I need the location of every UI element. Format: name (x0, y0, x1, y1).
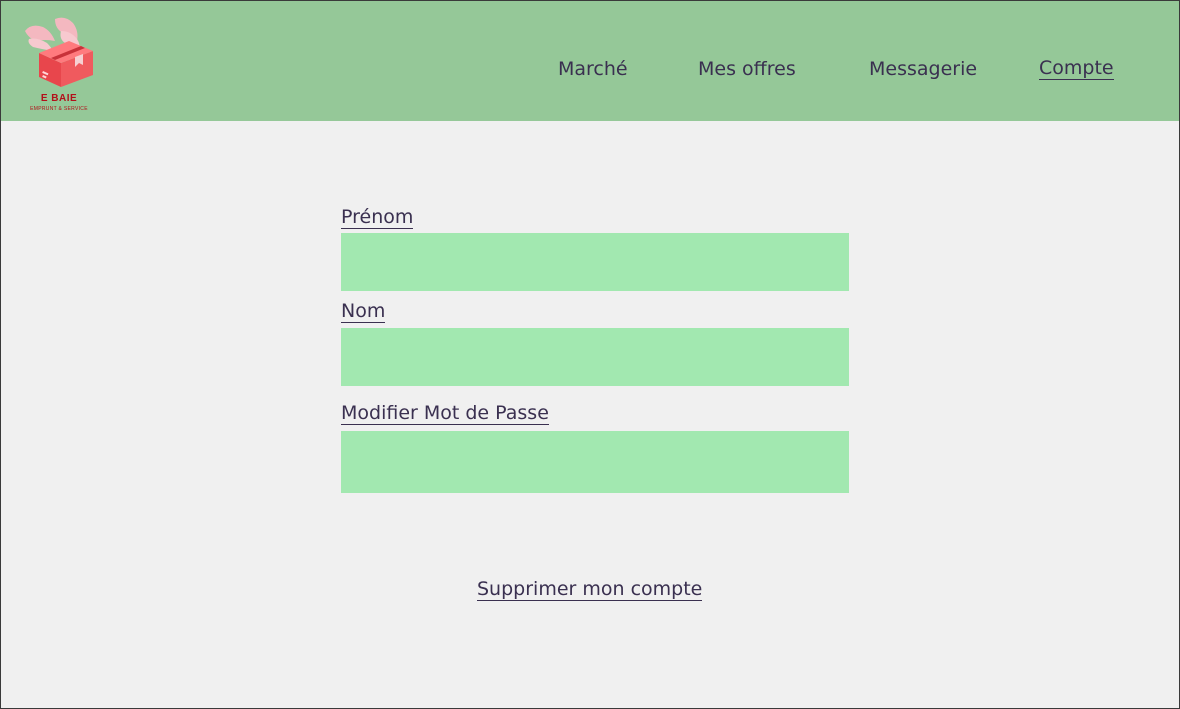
nav-messagerie[interactable]: Messagerie (869, 57, 977, 81)
nav-compte[interactable]: Compte (1039, 57, 1114, 80)
prenom-label: Prénom (341, 206, 414, 229)
top-header: E BAIE EMPRUNT & SERVICE Marché Mes offr… (1, 1, 1179, 121)
brand-name: E BAIE (40, 93, 78, 104)
nav-marche[interactable]: Marché (558, 57, 628, 81)
nom-field[interactable] (341, 328, 849, 386)
password-field[interactable] (341, 431, 849, 493)
nom-label: Nom (341, 300, 386, 323)
password-label: Modifier Mot de Passe (341, 402, 549, 425)
winged-box-icon (25, 17, 93, 87)
delete-account-link[interactable]: Supprimer mon compte (477, 578, 703, 601)
brand-logo[interactable]: E BAIE EMPRUNT & SERVICE (21, 13, 97, 115)
app-window: E BAIE EMPRUNT & SERVICE Marché Mes offr… (0, 0, 1180, 709)
nav-mes-offres[interactable]: Mes offres (698, 57, 796, 81)
brand-tagline: EMPRUNT & SERVICE (30, 106, 88, 112)
prenom-field[interactable] (341, 233, 849, 291)
